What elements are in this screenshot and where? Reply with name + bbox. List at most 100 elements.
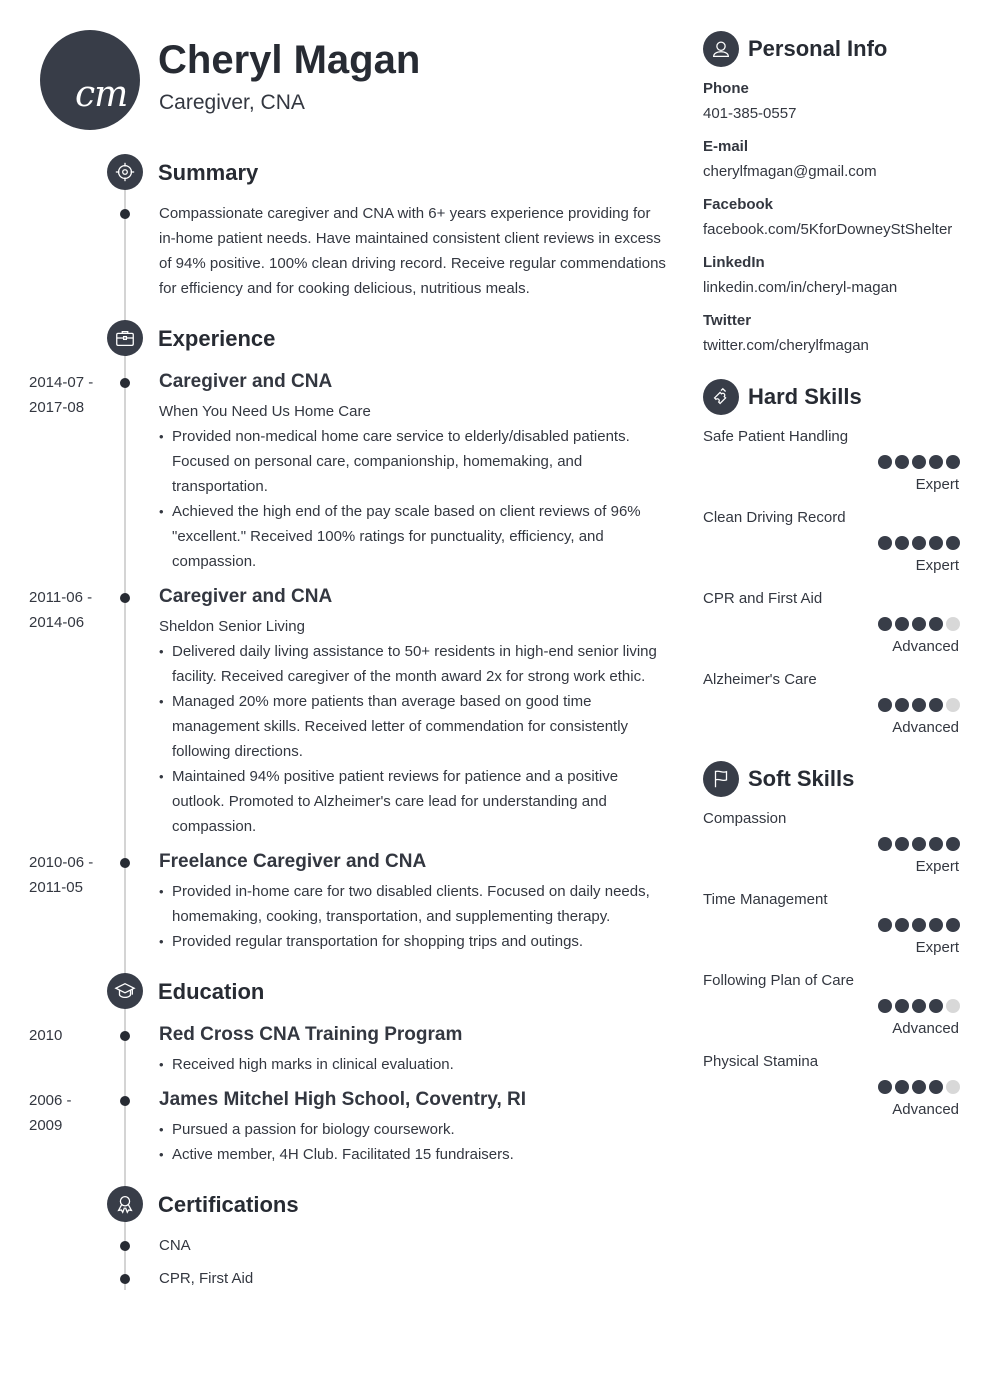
date-end: 2009	[29, 1117, 63, 1134]
skill-rating	[878, 536, 960, 550]
skill-level: Expert	[915, 939, 959, 956]
bullet-item: Delivered daily living assistance to 50+…	[159, 639, 669, 689]
bullet-item: Provided regular transportation for shop…	[159, 929, 669, 954]
section-title-certifications: Certifications	[158, 1192, 299, 1217]
education-bullets: Pursued a passion for biology coursework…	[159, 1117, 669, 1167]
timeline-dot	[120, 1096, 130, 1106]
rating-dot-filled	[878, 918, 892, 932]
rating-dot-filled	[912, 999, 926, 1013]
timeline-dot	[120, 1031, 130, 1041]
skill-level: Advanced	[892, 719, 959, 736]
experience-bullets: Provided in-home care for two disabled c…	[159, 879, 669, 954]
skill-rating	[878, 1080, 960, 1094]
skill-level: Expert	[915, 557, 959, 574]
timeline-dot	[120, 858, 130, 868]
section-title-experience: Experience	[158, 326, 276, 351]
info-label-phone: Phone	[703, 80, 749, 97]
date-start: 2014-07 -	[29, 374, 94, 391]
rating-dot-filled	[895, 617, 909, 631]
certification-item: CPR, First Aid	[159, 1270, 254, 1287]
candidate-title: Caregiver, CNA	[159, 91, 305, 114]
info-label-twitter: Twitter	[703, 312, 752, 329]
rating-dot-filled	[878, 617, 892, 631]
skill-name: Physical Stamina	[703, 1053, 819, 1070]
info-value-facebook[interactable]: facebook.com/5KforDowneyStShelter	[703, 221, 952, 238]
user-icon	[703, 31, 739, 67]
rating-dot-filled	[878, 1080, 892, 1094]
experience-date: 2010-06 - 2011-05	[29, 850, 93, 900]
rating-dot-filled	[929, 918, 943, 932]
rating-dot-filled	[929, 837, 943, 851]
info-value-phone[interactable]: 401-385-0557	[703, 105, 796, 122]
skill-level: Advanced	[892, 1020, 959, 1037]
info-label-facebook: Facebook	[703, 196, 774, 213]
rating-dot-filled	[946, 536, 960, 550]
rating-dot-empty	[946, 617, 960, 631]
experience-employer: When You Need Us Home Care	[159, 403, 371, 420]
rating-dot-filled	[912, 837, 926, 851]
date-end: 2011-05	[29, 879, 83, 896]
rating-dot-filled	[878, 837, 892, 851]
target-icon	[107, 154, 143, 190]
award-ribbon-icon	[107, 1186, 143, 1222]
date-end: 2014-06	[29, 614, 85, 631]
timeline-dot	[120, 209, 130, 219]
avatar-monogram: cm	[40, 30, 140, 130]
date-start: 2010-06 -	[29, 854, 94, 871]
experience-title: Caregiver and CNA	[159, 586, 333, 607]
experience-bullets: Delivered daily living assistance to 50+…	[159, 639, 669, 839]
section-title-personal-info: Personal Info	[748, 36, 888, 61]
bullet-item: Provided in-home care for two disabled c…	[159, 879, 669, 929]
rating-dot-empty	[946, 999, 960, 1013]
skill-level: Expert	[915, 858, 959, 875]
rating-dot-filled	[895, 837, 909, 851]
date-start: 2011-06 -	[29, 589, 93, 606]
info-value-email[interactable]: cherylfmagan@gmail.com	[703, 163, 877, 180]
rating-dot-filled	[895, 455, 909, 469]
section-title-hard-skills: Hard Skills	[748, 384, 862, 409]
skill-level: Advanced	[892, 638, 959, 655]
rating-dot-empty	[946, 698, 960, 712]
education-date: 2006 - 2009	[29, 1088, 72, 1138]
timeline-dot	[120, 593, 130, 603]
skill-name: CPR and First Aid	[703, 590, 823, 607]
graduation-cap-icon	[107, 973, 143, 1009]
rating-dot-filled	[912, 536, 926, 550]
rating-dot-filled	[895, 918, 909, 932]
skill-name: Compassion	[703, 810, 787, 827]
info-value-linkedin[interactable]: linkedin.com/in/cheryl-magan	[703, 279, 897, 296]
avatar-initials: cm	[75, 74, 128, 115]
education-bullets: Received high marks in clinical evaluati…	[159, 1052, 669, 1077]
skill-rating	[878, 455, 960, 469]
section-title-soft-skills: Soft Skills	[748, 766, 855, 791]
rating-dot-filled	[895, 1080, 909, 1094]
experience-employer: Sheldon Senior Living	[159, 618, 305, 635]
skill-name: Time Management	[703, 891, 828, 908]
bullet-item: Managed 20% more patients than average b…	[159, 689, 669, 764]
rating-dot-filled	[878, 999, 892, 1013]
rating-dot-filled	[929, 1080, 943, 1094]
summary-text: Compassionate caregiver and CNA with 6+ …	[159, 205, 666, 297]
experience-bullets: Provided non-medical home care service t…	[159, 424, 669, 574]
rating-dot-filled	[912, 455, 926, 469]
rating-dot-filled	[878, 698, 892, 712]
skill-name: Alzheimer's Care	[703, 671, 817, 688]
rating-dot-filled	[912, 698, 926, 712]
experience-date: 2014-07 - 2017-08	[29, 370, 93, 420]
skill-name: Safe Patient Handling	[703, 428, 849, 445]
timeline-dot	[120, 1241, 130, 1251]
rating-dot-empty	[946, 1080, 960, 1094]
experience-title: Freelance Caregiver and CNA	[159, 851, 427, 872]
timeline-dot	[120, 378, 130, 388]
rating-dot-filled	[912, 918, 926, 932]
rating-dot-filled	[946, 918, 960, 932]
skill-rating	[878, 698, 960, 712]
rating-dot-filled	[929, 455, 943, 469]
certification-item: CNA	[159, 1237, 191, 1254]
rating-dot-filled	[912, 617, 926, 631]
rating-dot-filled	[895, 698, 909, 712]
info-value-twitter[interactable]: twitter.com/cherylfmagan	[703, 337, 869, 354]
education-title: Red Cross CNA Training Program	[159, 1024, 463, 1045]
puzzle-piece-icon	[703, 379, 739, 415]
rating-dot-filled	[895, 999, 909, 1013]
